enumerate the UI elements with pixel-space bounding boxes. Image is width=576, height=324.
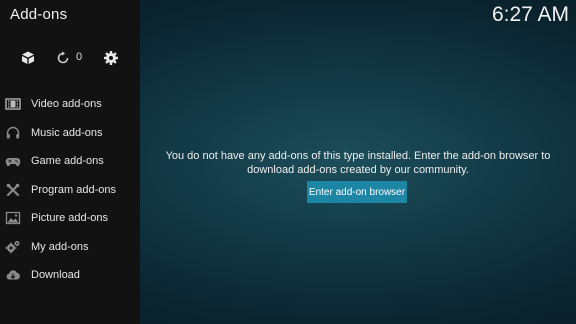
sidebar-item-program-addons[interactable]: Program add-ons [0,176,140,205]
toolbar: 0 [0,48,140,70]
sidebar-item-label: Download [31,269,80,282]
refresh-icon[interactable] [55,50,71,66]
sidebar-item-label: Program add-ons [31,183,116,196]
sidebar-item-label: Video add-ons [31,98,102,111]
sidebar-item-music-addons[interactable]: Music add-ons [0,119,140,148]
sidebar-item-download[interactable]: Download [0,261,140,290]
sidebar-item-picture-addons[interactable]: Picture add-ons [0,204,140,233]
sidebar-nav: Video add-ons Music add-ons Game add-ons… [0,90,140,290]
gears-icon [5,239,21,255]
cloud-download-icon [5,267,21,283]
gamepad-icon [5,153,21,169]
sidebar-item-video-addons[interactable]: Video add-ons [0,90,140,119]
sidebar-item-game-addons[interactable]: Game add-ons [0,147,140,176]
gear-icon[interactable] [103,50,119,66]
empty-state-message: You do not have any add-ons of this type… [165,150,551,176]
picture-icon [5,210,21,226]
tools-icon [5,182,21,198]
film-icon [5,96,21,112]
sidebar-item-label: Picture add-ons [31,212,109,225]
sidebar-item-label: Music add-ons [31,126,103,139]
sidebar-item-label: My add-ons [31,240,89,253]
update-count: 0 [76,51,83,63]
addon-box-icon[interactable] [20,50,36,66]
clock: 6:27 AM [491,3,569,26]
page-title: Add-ons [10,6,68,23]
enter-addon-browser-button[interactable]: Enter add-on browser [307,181,407,203]
sidebar-item-my-addons[interactable]: My add-ons [0,233,140,262]
headphones-icon [5,125,21,141]
sidebar-item-label: Game add-ons [31,155,104,168]
